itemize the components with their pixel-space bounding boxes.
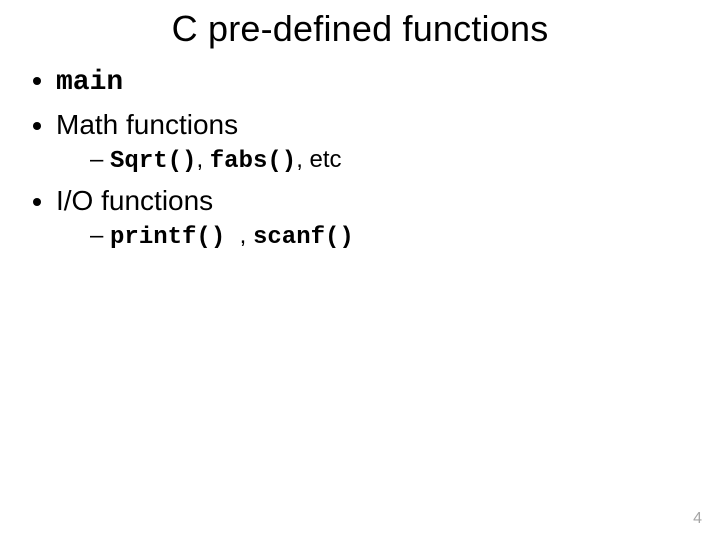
bullet-math-functions: Math functions Sqrt(), fabs(), etc bbox=[56, 107, 720, 178]
bullet-list: main Math functions Sqrt(), fabs(), etc … bbox=[0, 62, 720, 254]
etc-text: , etc bbox=[296, 146, 341, 173]
printf-code: printf() bbox=[110, 224, 240, 251]
fabs-code: fabs() bbox=[210, 148, 296, 175]
bullet-main: main bbox=[56, 62, 720, 101]
sep: , bbox=[240, 222, 253, 249]
slide: C pre-defined functions main Math functi… bbox=[0, 0, 720, 540]
io-functions-label: I/O functions bbox=[56, 185, 213, 216]
page-number: 4 bbox=[693, 510, 702, 528]
bullet-io-functions: I/O functions printf() , scanf() bbox=[56, 183, 720, 254]
io-sublist: printf() , scanf() bbox=[56, 221, 720, 254]
sep: , bbox=[196, 146, 209, 173]
math-sublist: Sqrt(), fabs(), etc bbox=[56, 145, 720, 178]
io-sub-item: printf() , scanf() bbox=[90, 221, 720, 254]
scanf-code: scanf() bbox=[253, 224, 354, 251]
slide-title: C pre-defined functions bbox=[0, 0, 720, 50]
main-code: main bbox=[56, 67, 123, 98]
math-sub-item: Sqrt(), fabs(), etc bbox=[90, 145, 720, 178]
math-functions-label: Math functions bbox=[56, 109, 238, 140]
sqrt-code: Sqrt() bbox=[110, 148, 196, 175]
